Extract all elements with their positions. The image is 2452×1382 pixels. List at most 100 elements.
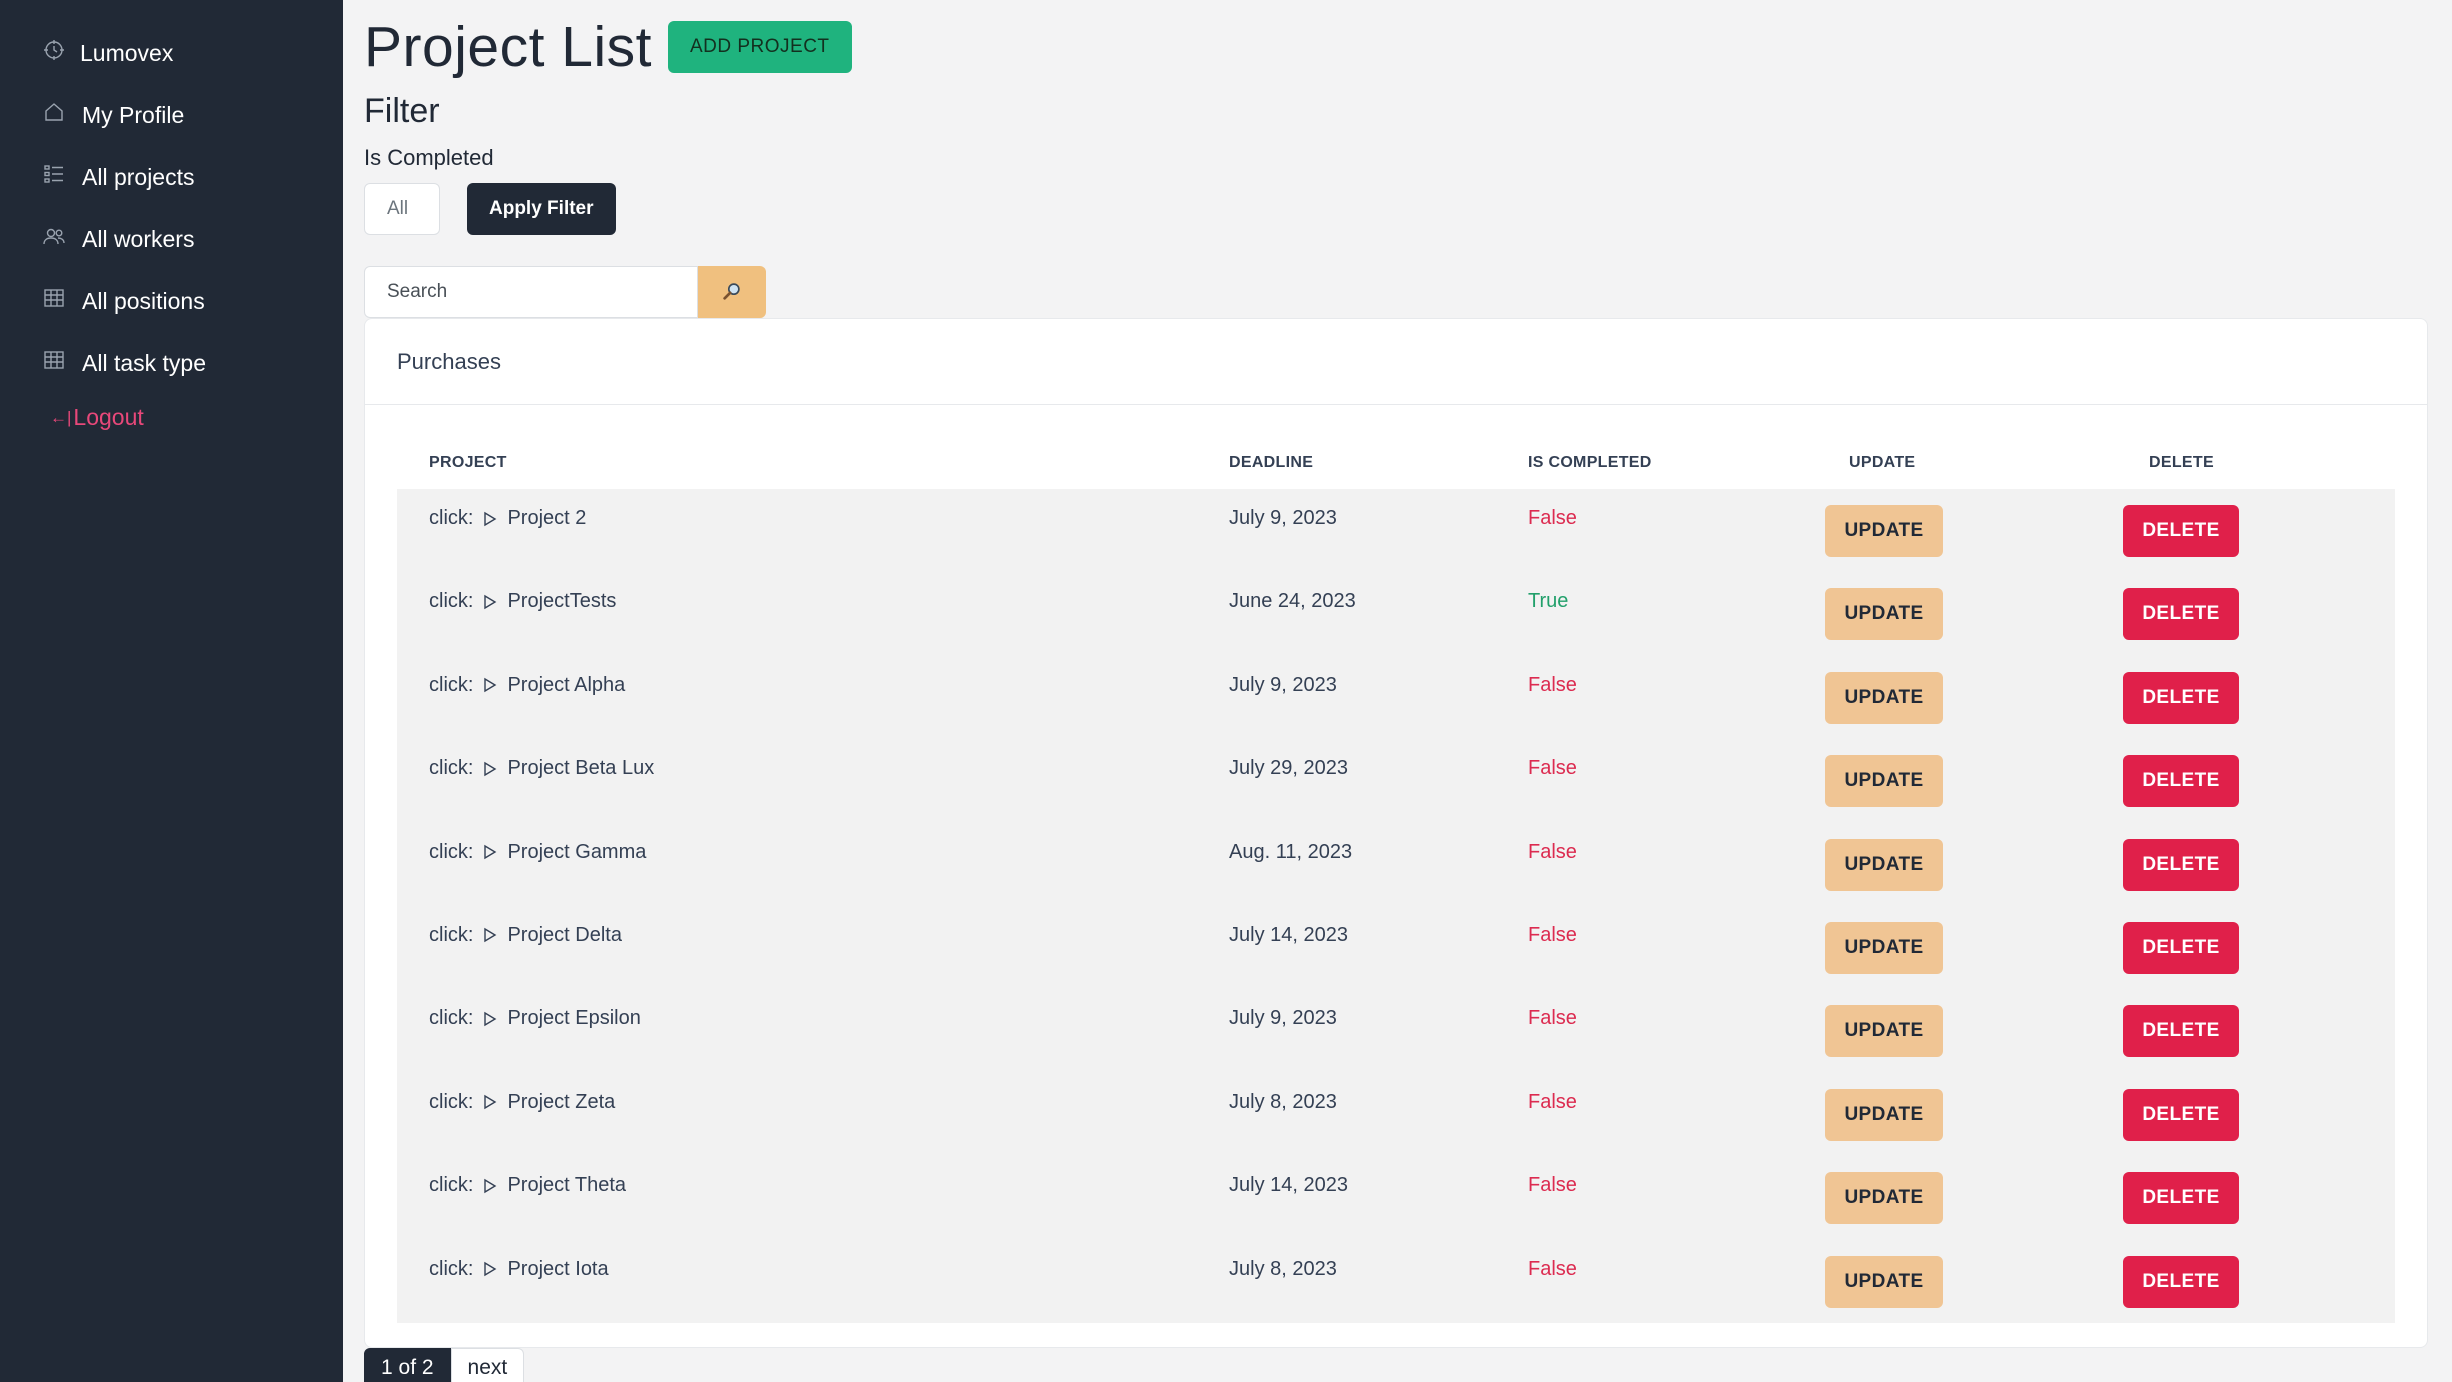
delete-button[interactable]: DELETE bbox=[2123, 838, 2239, 891]
sidebar-item-label: All task type bbox=[82, 349, 206, 376]
project-cell[interactable]: click: Project Theta bbox=[429, 1174, 626, 1197]
update-button[interactable]: UPDATE bbox=[1825, 838, 1943, 891]
click-prefix: click: bbox=[429, 1007, 474, 1030]
deadline-cell: July 14, 2023 bbox=[1229, 923, 1348, 946]
delete-button[interactable]: DELETE bbox=[2123, 755, 2239, 808]
table-row: click: Project Alpha July 9, 2023 False UPDA… bbox=[397, 656, 2395, 739]
project-cell[interactable]: click: Project 2 bbox=[429, 507, 586, 530]
deadline-cell: July 8, 2023 bbox=[1229, 1257, 1337, 1280]
table-header: PROJECT DEADLINE IS COMPLETED UPDATE DEL… bbox=[397, 437, 2395, 489]
project-cell[interactable]: click: Project Iota bbox=[429, 1258, 609, 1281]
deadline-cell: July 9, 2023 bbox=[1229, 507, 1337, 529]
delete-button[interactable]: DELETE bbox=[2123, 1005, 2239, 1058]
sidebar-item-all-workers[interactable]: All workers bbox=[42, 222, 194, 256]
expand-triangle-icon bbox=[484, 1094, 497, 1110]
logout-link[interactable]: ←| Logout bbox=[50, 404, 144, 431]
purchases-card: Purchases PROJECT DEADLINE IS COMPLETED … bbox=[364, 318, 2428, 1348]
expand-triangle-icon bbox=[484, 1011, 497, 1027]
project-name: Project Theta bbox=[507, 1174, 627, 1197]
project-cell[interactable]: click: Project Epsilon bbox=[429, 1007, 641, 1030]
delete-button[interactable]: DELETE bbox=[2123, 671, 2239, 724]
delete-button[interactable]: DELETE bbox=[2123, 1172, 2239, 1225]
list-icon bbox=[42, 162, 66, 192]
update-button[interactable]: UPDATE bbox=[1825, 921, 1943, 974]
delete-button[interactable]: DELETE bbox=[2123, 1088, 2239, 1141]
is-completed-label: Is Completed bbox=[364, 145, 494, 170]
update-button[interactable]: UPDATE bbox=[1825, 1172, 1943, 1225]
click-prefix: click: bbox=[429, 923, 474, 946]
search-button[interactable] bbox=[698, 266, 766, 318]
project-cell[interactable]: click: Project Delta bbox=[429, 924, 622, 947]
add-project-button[interactable]: ADD PROJECT bbox=[667, 21, 852, 73]
click-prefix: click: bbox=[429, 757, 474, 780]
project-cell[interactable]: click: Project Alpha bbox=[429, 674, 625, 697]
update-button[interactable]: UPDATE bbox=[1825, 671, 1943, 724]
expand-triangle-icon bbox=[484, 761, 497, 776]
sidebar-item-all-task-type[interactable]: All task type bbox=[42, 346, 206, 380]
page-title: Project List bbox=[364, 15, 652, 79]
column-header-project: PROJECT bbox=[429, 454, 507, 471]
update-button[interactable]: UPDATE bbox=[1825, 1005, 1943, 1058]
table-row: click: Project Theta July 14, 2023 False UPD… bbox=[397, 1156, 2395, 1239]
brand[interactable]: Lumovex bbox=[42, 36, 173, 70]
search-input[interactable] bbox=[364, 266, 698, 318]
column-header-deadline: DEADLINE bbox=[1229, 454, 1314, 471]
update-button[interactable]: UPDATE bbox=[1825, 1088, 1943, 1141]
is-completed-cell: False bbox=[1528, 923, 1577, 946]
project-name: Project Beta Lux bbox=[507, 757, 655, 780]
home-icon bbox=[42, 100, 66, 130]
click-prefix: click: bbox=[429, 673, 474, 696]
table-row: click: Project Zeta July 8, 2023 False UPDAT… bbox=[397, 1073, 2395, 1156]
sidebar-item-all-positions[interactable]: All positions bbox=[42, 284, 205, 318]
deadline-cell: July 9, 2023 bbox=[1229, 673, 1337, 696]
brand-name: Lumovex bbox=[80, 39, 174, 66]
is-completed-cell: False bbox=[1528, 1257, 1577, 1280]
table-row: click: Project Iota July 8, 2023 False UPDAT… bbox=[397, 1240, 2395, 1323]
click-prefix: click: bbox=[429, 840, 474, 863]
delete-button[interactable]: DELETE bbox=[2123, 1255, 2239, 1308]
project-name: Project Gamma bbox=[507, 840, 647, 863]
update-button[interactable]: UPDATE bbox=[1825, 505, 1943, 557]
project-name: Project Epsilon bbox=[507, 1007, 641, 1030]
sidebar-item-label: All projects bbox=[82, 163, 195, 190]
apply-filter-button[interactable]: Apply Filter bbox=[467, 183, 616, 235]
next-page-link[interactable]: next bbox=[450, 1348, 525, 1382]
table-icon bbox=[42, 348, 66, 378]
is-completed-select[interactable]: All bbox=[364, 183, 440, 235]
is-completed-cell: False bbox=[1528, 1007, 1577, 1030]
sidebar-item-all-projects[interactable]: All projects bbox=[42, 160, 194, 194]
project-cell[interactable]: click: Project Gamma bbox=[429, 841, 646, 864]
expand-triangle-icon bbox=[484, 1261, 497, 1277]
project-cell[interactable]: click: Project Beta Lux bbox=[429, 757, 654, 780]
project-name: Project Delta bbox=[507, 923, 622, 946]
project-name: Project Alpha bbox=[507, 673, 626, 696]
update-button[interactable]: UPDATE bbox=[1825, 755, 1943, 808]
card-title: Purchases bbox=[365, 319, 2427, 405]
project-cell[interactable]: click: Project Zeta bbox=[429, 1091, 615, 1114]
sidebar-item-my-profile[interactable]: My Profile bbox=[42, 98, 184, 132]
table-body: click: Project 2 July 9, 2023 False UPDATE DE… bbox=[397, 489, 2395, 1323]
table-row: click: Project Beta Lux July 29, 2023 False… bbox=[397, 739, 2395, 822]
filter-title: Filter bbox=[364, 92, 440, 130]
update-button[interactable]: UPDATE bbox=[1825, 588, 1943, 641]
project-name: ProjectTests bbox=[507, 590, 617, 613]
deadline-cell: July 14, 2023 bbox=[1229, 1174, 1348, 1197]
sidebar-item-label: My Profile bbox=[82, 101, 185, 128]
logout-label: Logout bbox=[73, 404, 144, 430]
brand-logo-icon bbox=[42, 38, 66, 68]
column-header-is-completed: IS COMPLETED bbox=[1528, 454, 1652, 471]
click-prefix: click: bbox=[429, 1090, 474, 1113]
table-row: click: Project 2 July 9, 2023 False UPDATE DE… bbox=[397, 489, 2395, 572]
is-completed-cell: False bbox=[1528, 1090, 1577, 1113]
is-completed-cell: False bbox=[1528, 507, 1577, 529]
click-prefix: click: bbox=[429, 590, 474, 613]
delete-button[interactable]: DELETE bbox=[2123, 588, 2239, 641]
project-name: Project Iota bbox=[507, 1257, 609, 1280]
delete-button[interactable]: DELETE bbox=[2123, 921, 2239, 974]
deadline-cell: July 8, 2023 bbox=[1229, 1090, 1337, 1113]
update-button[interactable]: UPDATE bbox=[1825, 1255, 1943, 1308]
delete-button[interactable]: DELETE bbox=[2123, 505, 2239, 557]
table-row: click: ProjectTests June 24, 2023 True UPDAT… bbox=[397, 572, 2395, 655]
project-cell[interactable]: click: ProjectTests bbox=[429, 590, 616, 613]
sidebar-item-label: All workers bbox=[82, 225, 195, 252]
